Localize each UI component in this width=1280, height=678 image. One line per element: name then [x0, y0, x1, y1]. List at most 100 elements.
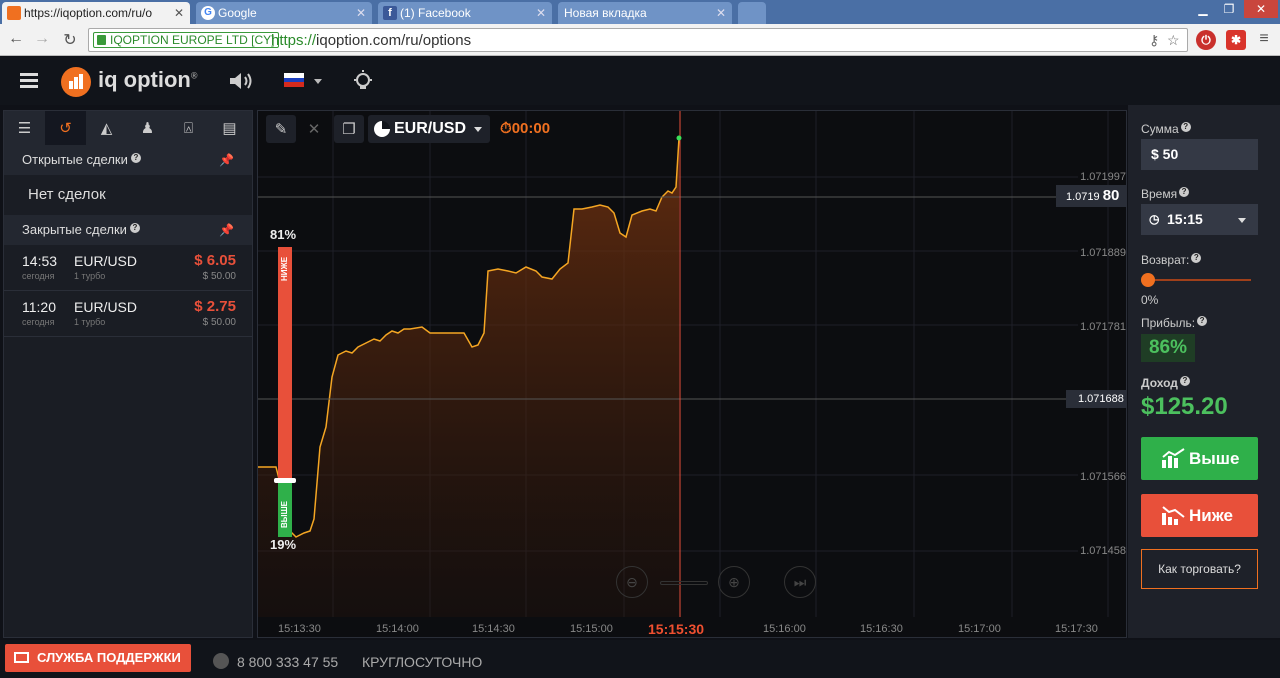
- bookmark-star-icon[interactable]: ☆: [1167, 32, 1180, 49]
- history-icon[interactable]: ↺: [45, 111, 86, 145]
- time-tick: 15:16:00: [763, 623, 806, 635]
- secure-badge[interactable]: IQOPTION EUROPE LTD [CY]: [93, 32, 280, 48]
- amount-input[interactable]: $ 50: [1141, 139, 1258, 170]
- support-phone: 8 800 333 47 55: [237, 654, 339, 670]
- level-price-label: 1.071688: [1066, 390, 1126, 408]
- facebook-favicon-icon: f: [383, 6, 397, 20]
- language-dropdown-icon[interactable]: [314, 79, 322, 84]
- closed-deals-header: Закрытые сделки? 📌: [4, 215, 252, 245]
- browser-tab-bar: https://iqoption.com/ru/o ✕ G Google ✕ f…: [0, 0, 1280, 24]
- logo-text[interactable]: iq option®: [98, 67, 198, 93]
- time-label: Время?: [1141, 187, 1190, 201]
- deal-profit: $ 6.05: [194, 252, 236, 269]
- deal-row[interactable]: 11:20 сегодня EUR/USD 1 турбо $ 2.75 $ 5…: [4, 291, 252, 337]
- deal-time: 14:53: [22, 253, 58, 269]
- forward-icon[interactable]: →: [32, 30, 52, 48]
- pin-icon[interactable]: 📌: [219, 215, 234, 245]
- skip-to-end-icon[interactable]: ⏭: [784, 566, 816, 598]
- help-icon[interactable]: ?: [1191, 253, 1202, 263]
- minimize-icon[interactable]: ▁: [1190, 0, 1216, 18]
- logo-icon[interactable]: [61, 67, 91, 97]
- help-icon[interactable]: ?: [1180, 122, 1191, 132]
- pin-icon[interactable]: 📌: [219, 145, 234, 175]
- close-tab-icon[interactable]: ✕: [174, 2, 184, 24]
- app-header: iq option®: [0, 57, 1280, 105]
- restore-icon[interactable]: ❐: [1216, 0, 1242, 18]
- support-label: СЛУЖБА ПОДДЕРЖКИ: [37, 650, 181, 665]
- people-icon[interactable]: ♟: [127, 111, 168, 145]
- current-price-main: 1.0719: [1066, 191, 1100, 203]
- sentiment-higher-fill: ВЫШЕ: [278, 482, 292, 537]
- tab-google[interactable]: G Google ✕: [196, 2, 372, 24]
- extension-adblock-icon[interactable]: ⏻: [1196, 30, 1216, 50]
- sentiment-lower-label: НИЖЕ: [280, 256, 289, 281]
- time-tick: 15:13:30: [278, 623, 321, 635]
- asset-name: EUR/USD: [394, 120, 467, 137]
- list-icon[interactable]: ☰: [4, 111, 45, 145]
- mail-icon: [14, 652, 29, 663]
- close-tab-icon[interactable]: ✕: [356, 2, 366, 24]
- help-icon[interactable]: ?: [1179, 376, 1190, 386]
- close-window-icon[interactable]: ✕: [1244, 0, 1278, 18]
- logo-wordmark: iq option: [98, 67, 191, 92]
- higher-percent: 19%: [270, 537, 297, 552]
- deal-row[interactable]: 14:53 сегодня EUR/USD 1 турбо $ 6.05 $ 5…: [4, 245, 252, 291]
- secure-label: IQOPTION EUROPE LTD [CY]: [110, 33, 275, 47]
- deal-time: 11:20: [22, 299, 56, 315]
- lightbulb-icon[interactable]: [352, 70, 374, 92]
- multi-window-icon[interactable]: ❐: [334, 115, 364, 143]
- sentiment-marker: [274, 478, 296, 483]
- broadcast-icon[interactable]: ⍓: [168, 111, 209, 145]
- deal-type: 1 турбо: [74, 271, 106, 281]
- reload-icon[interactable]: ↻: [60, 30, 80, 50]
- sound-icon[interactable]: [228, 71, 256, 91]
- price-chart[interactable]: [258, 111, 1127, 638]
- profit-label: Прибыль:?: [1141, 316, 1208, 330]
- tab-iqoption[interactable]: https://iqoption.com/ru/o ✕: [2, 2, 190, 24]
- return-slider-track[interactable]: [1147, 279, 1251, 281]
- extension-red-icon[interactable]: ✱: [1226, 30, 1246, 50]
- omnibox[interactable]: IQOPTION EUROPE LTD [CY] https://iqoptio…: [88, 28, 1188, 52]
- new-tab-button[interactable]: [738, 2, 766, 24]
- amount-label: Сумма?: [1141, 122, 1191, 136]
- help-icon[interactable]: ?: [1197, 316, 1208, 326]
- zoom-in-icon[interactable]: ⊕: [718, 566, 750, 598]
- time-tick: 15:16:30: [860, 623, 903, 635]
- lower-button[interactable]: Ниже: [1141, 494, 1258, 537]
- pencil-icon[interactable]: ✎: [266, 115, 296, 143]
- price-tick: 1.071889: [1080, 247, 1126, 259]
- tab-facebook[interactable]: f (1) Facebook ✕: [378, 2, 552, 24]
- russia-flag-icon[interactable]: [284, 73, 304, 87]
- return-slider-handle[interactable]: [1141, 273, 1155, 287]
- zoom-slider[interactable]: [660, 581, 708, 585]
- time-select[interactable]: ◷ 15:15: [1141, 204, 1258, 235]
- url-text[interactable]: https://iqoption.com/ru/options: [271, 32, 471, 49]
- close-tab-icon[interactable]: ✕: [716, 2, 726, 24]
- higher-button[interactable]: Выше: [1141, 437, 1258, 480]
- time-select-value: 15:15: [1167, 211, 1203, 227]
- close-tab-icon[interactable]: ✕: [536, 2, 546, 24]
- chart-area-icon[interactable]: ◭: [86, 111, 127, 145]
- support-button[interactable]: СЛУЖБА ПОДДЕРЖКИ: [5, 644, 191, 672]
- current-price-big: 80: [1102, 187, 1120, 204]
- help-icon[interactable]: ?: [129, 223, 140, 233]
- help-icon[interactable]: ?: [130, 153, 141, 163]
- income-label-text: Доход: [1141, 376, 1178, 390]
- key-icon[interactable]: ⚷: [1149, 32, 1159, 49]
- logo-registered-mark: ®: [190, 70, 198, 81]
- time-tick: 15:17:00: [958, 623, 1001, 635]
- profit-value: 86%: [1141, 334, 1195, 362]
- zoom-out-icon[interactable]: ⊖: [616, 566, 648, 598]
- address-bar: ← → ↻ IQOPTION EUROPE LTD [CY] https://i…: [0, 24, 1280, 56]
- asset-selector[interactable]: EUR/USD: [368, 115, 490, 143]
- hamburger-menu-icon[interactable]: [20, 73, 38, 91]
- tab-new[interactable]: Новая вкладка ✕: [558, 2, 732, 24]
- close-icon[interactable]: ✕: [300, 115, 328, 143]
- news-icon[interactable]: ▤: [209, 111, 250, 145]
- back-icon[interactable]: ←: [6, 30, 26, 48]
- help-icon[interactable]: ?: [1179, 187, 1190, 197]
- menu-icon[interactable]: ≡: [1254, 30, 1274, 48]
- how-to-trade-button[interactable]: Как торговать?: [1141, 549, 1258, 589]
- deal-profit: $ 2.75: [194, 298, 236, 315]
- price-tick: 1.071458: [1080, 545, 1126, 557]
